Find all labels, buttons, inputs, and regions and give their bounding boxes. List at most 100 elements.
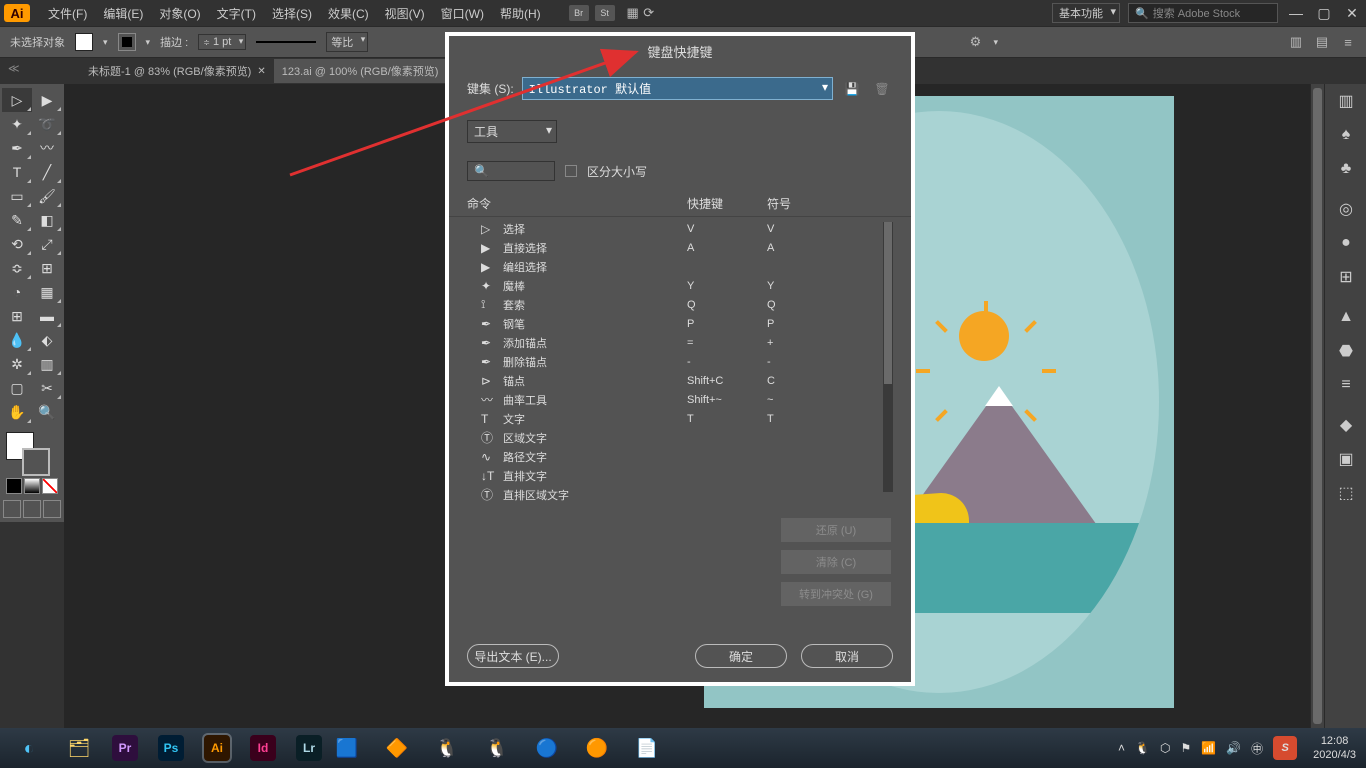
- taskbar-app-ps[interactable]: Ps: [158, 735, 184, 761]
- graph-tool[interactable]: ▥: [32, 352, 62, 376]
- ok-button[interactable]: 确定: [695, 644, 787, 668]
- asset-panel-icon[interactable]: ⬚: [1325, 476, 1366, 510]
- qq-icon[interactable]: 🐧: [472, 730, 522, 766]
- width-tool[interactable]: ≎: [2, 256, 32, 280]
- direct-selection-tool[interactable]: ▶: [32, 88, 62, 112]
- gradient-tool[interactable]: ▬: [32, 304, 62, 328]
- arrange-icon[interactable]: ▦: [625, 5, 641, 21]
- menu-file[interactable]: 文件(F): [40, 5, 95, 22]
- delete-set-button[interactable]: 🗑: [871, 78, 893, 100]
- fill-color-mode[interactable]: [6, 478, 22, 494]
- curvature-tool[interactable]: 〰: [32, 136, 62, 160]
- lasso-tool[interactable]: ➰: [32, 112, 62, 136]
- shortcut-row[interactable]: ⟟套索QQ: [467, 295, 893, 314]
- eraser-tool[interactable]: ◧: [32, 208, 62, 232]
- shortcut-row[interactable]: ✦魔棒YY: [467, 276, 893, 295]
- type-tool[interactable]: T: [2, 160, 32, 184]
- shortcut-row[interactable]: Ⓣ直排区域文字: [467, 485, 893, 504]
- shortcut-search[interactable]: 🔍: [467, 161, 555, 181]
- stroke-swatch[interactable]: [118, 33, 136, 51]
- menu-edit[interactable]: 编辑(E): [95, 5, 151, 22]
- shortcut-row[interactable]: ✒添加锚点=+: [467, 333, 893, 352]
- tab-123[interactable]: 123.ai @ 100% (RGB/像素预览) ✕: [274, 59, 461, 83]
- collapse-icon[interactable]: ≪: [8, 62, 20, 75]
- stroke-weight[interactable]: ≑ 1 pt: [198, 34, 246, 50]
- tray-app[interactable]: ⬡: [1160, 741, 1170, 755]
- app-icon-4[interactable]: 🟠: [572, 730, 622, 766]
- tray-chevron[interactable]: ˄: [1118, 741, 1125, 755]
- more-icon[interactable]: ≡: [1340, 34, 1356, 50]
- background-swatch[interactable]: [22, 448, 50, 476]
- cloud-panel-icon[interactable]: ♣: [1325, 152, 1366, 186]
- minimize-button[interactable]: —: [1286, 5, 1306, 21]
- libraries-panel-icon[interactable]: ♠: [1325, 118, 1366, 152]
- swatches-panel-icon[interactable]: ⊞: [1325, 260, 1366, 294]
- magic-wand-tool[interactable]: ✦: [2, 112, 32, 136]
- cc-panel-icon[interactable]: ◎: [1325, 192, 1366, 226]
- shortcut-list[interactable]: ▷选择VV▶直接选择AA▶编组选择✦魔棒YY⟟套索QQ✒钢笔PP✒添加锚点=+✒…: [449, 217, 911, 506]
- shortcut-row[interactable]: 〰曲率工具Shift+~~: [467, 390, 893, 409]
- shortcut-row[interactable]: ⊳锚点Shift+CC: [467, 371, 893, 390]
- case-checkbox[interactable]: [565, 165, 577, 177]
- workspace-dropdown[interactable]: 基本功能: [1052, 3, 1120, 23]
- menu-help[interactable]: 帮助(H): [492, 5, 549, 22]
- selection-tool[interactable]: ▷: [2, 88, 32, 112]
- brush-uniform[interactable]: 等比: [326, 32, 368, 52]
- brush-tool[interactable]: 🖌: [32, 184, 62, 208]
- layers-panel-icon[interactable]: ◆: [1325, 408, 1366, 442]
- rectangle-tool[interactable]: ▭: [2, 184, 32, 208]
- save-set-button[interactable]: 💾: [841, 78, 863, 100]
- export-text-button[interactable]: 导出文本 (E)...: [467, 644, 559, 668]
- menu-window[interactable]: 窗口(W): [433, 5, 492, 22]
- slice-tool[interactable]: ✂: [32, 376, 62, 400]
- sogou-ime-icon[interactable]: S: [1273, 736, 1297, 760]
- perspective-tool[interactable]: ▦: [32, 280, 62, 304]
- pen-tool[interactable]: ✒: [2, 136, 32, 160]
- menu-type[interactable]: 文字(T): [209, 5, 264, 22]
- fill-none-mode[interactable]: [42, 478, 58, 494]
- shortcut-row[interactable]: ✒删除锚点--: [467, 352, 893, 371]
- stock-icon[interactable]: St: [595, 5, 615, 21]
- brush-preview[interactable]: [256, 41, 316, 43]
- close-tab-icon[interactable]: ✕: [257, 66, 265, 77]
- hand-tool[interactable]: ✋: [2, 400, 32, 424]
- shaper-tool[interactable]: ✎: [2, 208, 32, 232]
- shortcut-row[interactable]: ∿路径文字: [467, 447, 893, 466]
- shortcut-type-dropdown[interactable]: 工具: [467, 120, 557, 143]
- transform-icon[interactable]: ▤: [1314, 34, 1330, 50]
- tray-qq[interactable]: 🐧: [1135, 741, 1150, 755]
- align-icon[interactable]: ▥: [1288, 34, 1304, 50]
- stroke-panel-icon[interactable]: ≡: [1325, 368, 1366, 402]
- undo-button[interactable]: 还原 (U): [781, 518, 891, 542]
- eyedropper-tool[interactable]: 💧: [2, 328, 32, 352]
- app-icon-3[interactable]: 🐧: [422, 730, 472, 766]
- clear-button[interactable]: 清除 (C): [781, 550, 891, 574]
- pref-icon[interactable]: ⚙: [967, 34, 983, 50]
- notes-icon[interactable]: 📄: [622, 730, 672, 766]
- free-transform-tool[interactable]: ⊞: [32, 256, 62, 280]
- draw-modes[interactable]: [2, 500, 62, 518]
- shortcut-row[interactable]: ▷选择VV: [467, 219, 893, 238]
- artboard-tool[interactable]: ▢: [2, 376, 32, 400]
- menu-effect[interactable]: 效果(C): [320, 5, 377, 22]
- tray-flag[interactable]: ⚑: [1180, 741, 1191, 755]
- scale-tool[interactable]: ⤢: [32, 232, 62, 256]
- menu-select[interactable]: 选择(S): [264, 5, 320, 22]
- menu-view[interactable]: 视图(V): [377, 5, 433, 22]
- color-panel-icon[interactable]: ●: [1325, 226, 1366, 260]
- fill-swatch[interactable]: [75, 33, 93, 51]
- explorer-icon[interactable]: 🗂: [54, 730, 104, 766]
- mesh-tool[interactable]: ⊞: [2, 304, 32, 328]
- taskbar-app-lr[interactable]: Lr: [296, 735, 322, 761]
- close-window-button[interactable]: ✕: [1342, 5, 1362, 22]
- tray-volume[interactable]: 🔊: [1226, 741, 1241, 755]
- maximize-button[interactable]: ▢: [1314, 5, 1334, 22]
- zoom-tool[interactable]: 🔍: [32, 400, 62, 424]
- dialog-scrollbar[interactable]: [883, 222, 893, 492]
- color-swatches[interactable]: [2, 430, 62, 472]
- tray-ime[interactable]: ㊥: [1251, 740, 1263, 757]
- line-tool[interactable]: ╱: [32, 160, 62, 184]
- taskbar-clock[interactable]: 12:08 2020/4/3: [1313, 734, 1356, 762]
- chrome-icon[interactable]: 🔵: [522, 730, 572, 766]
- browser-icon[interactable]: ◐: [4, 730, 54, 766]
